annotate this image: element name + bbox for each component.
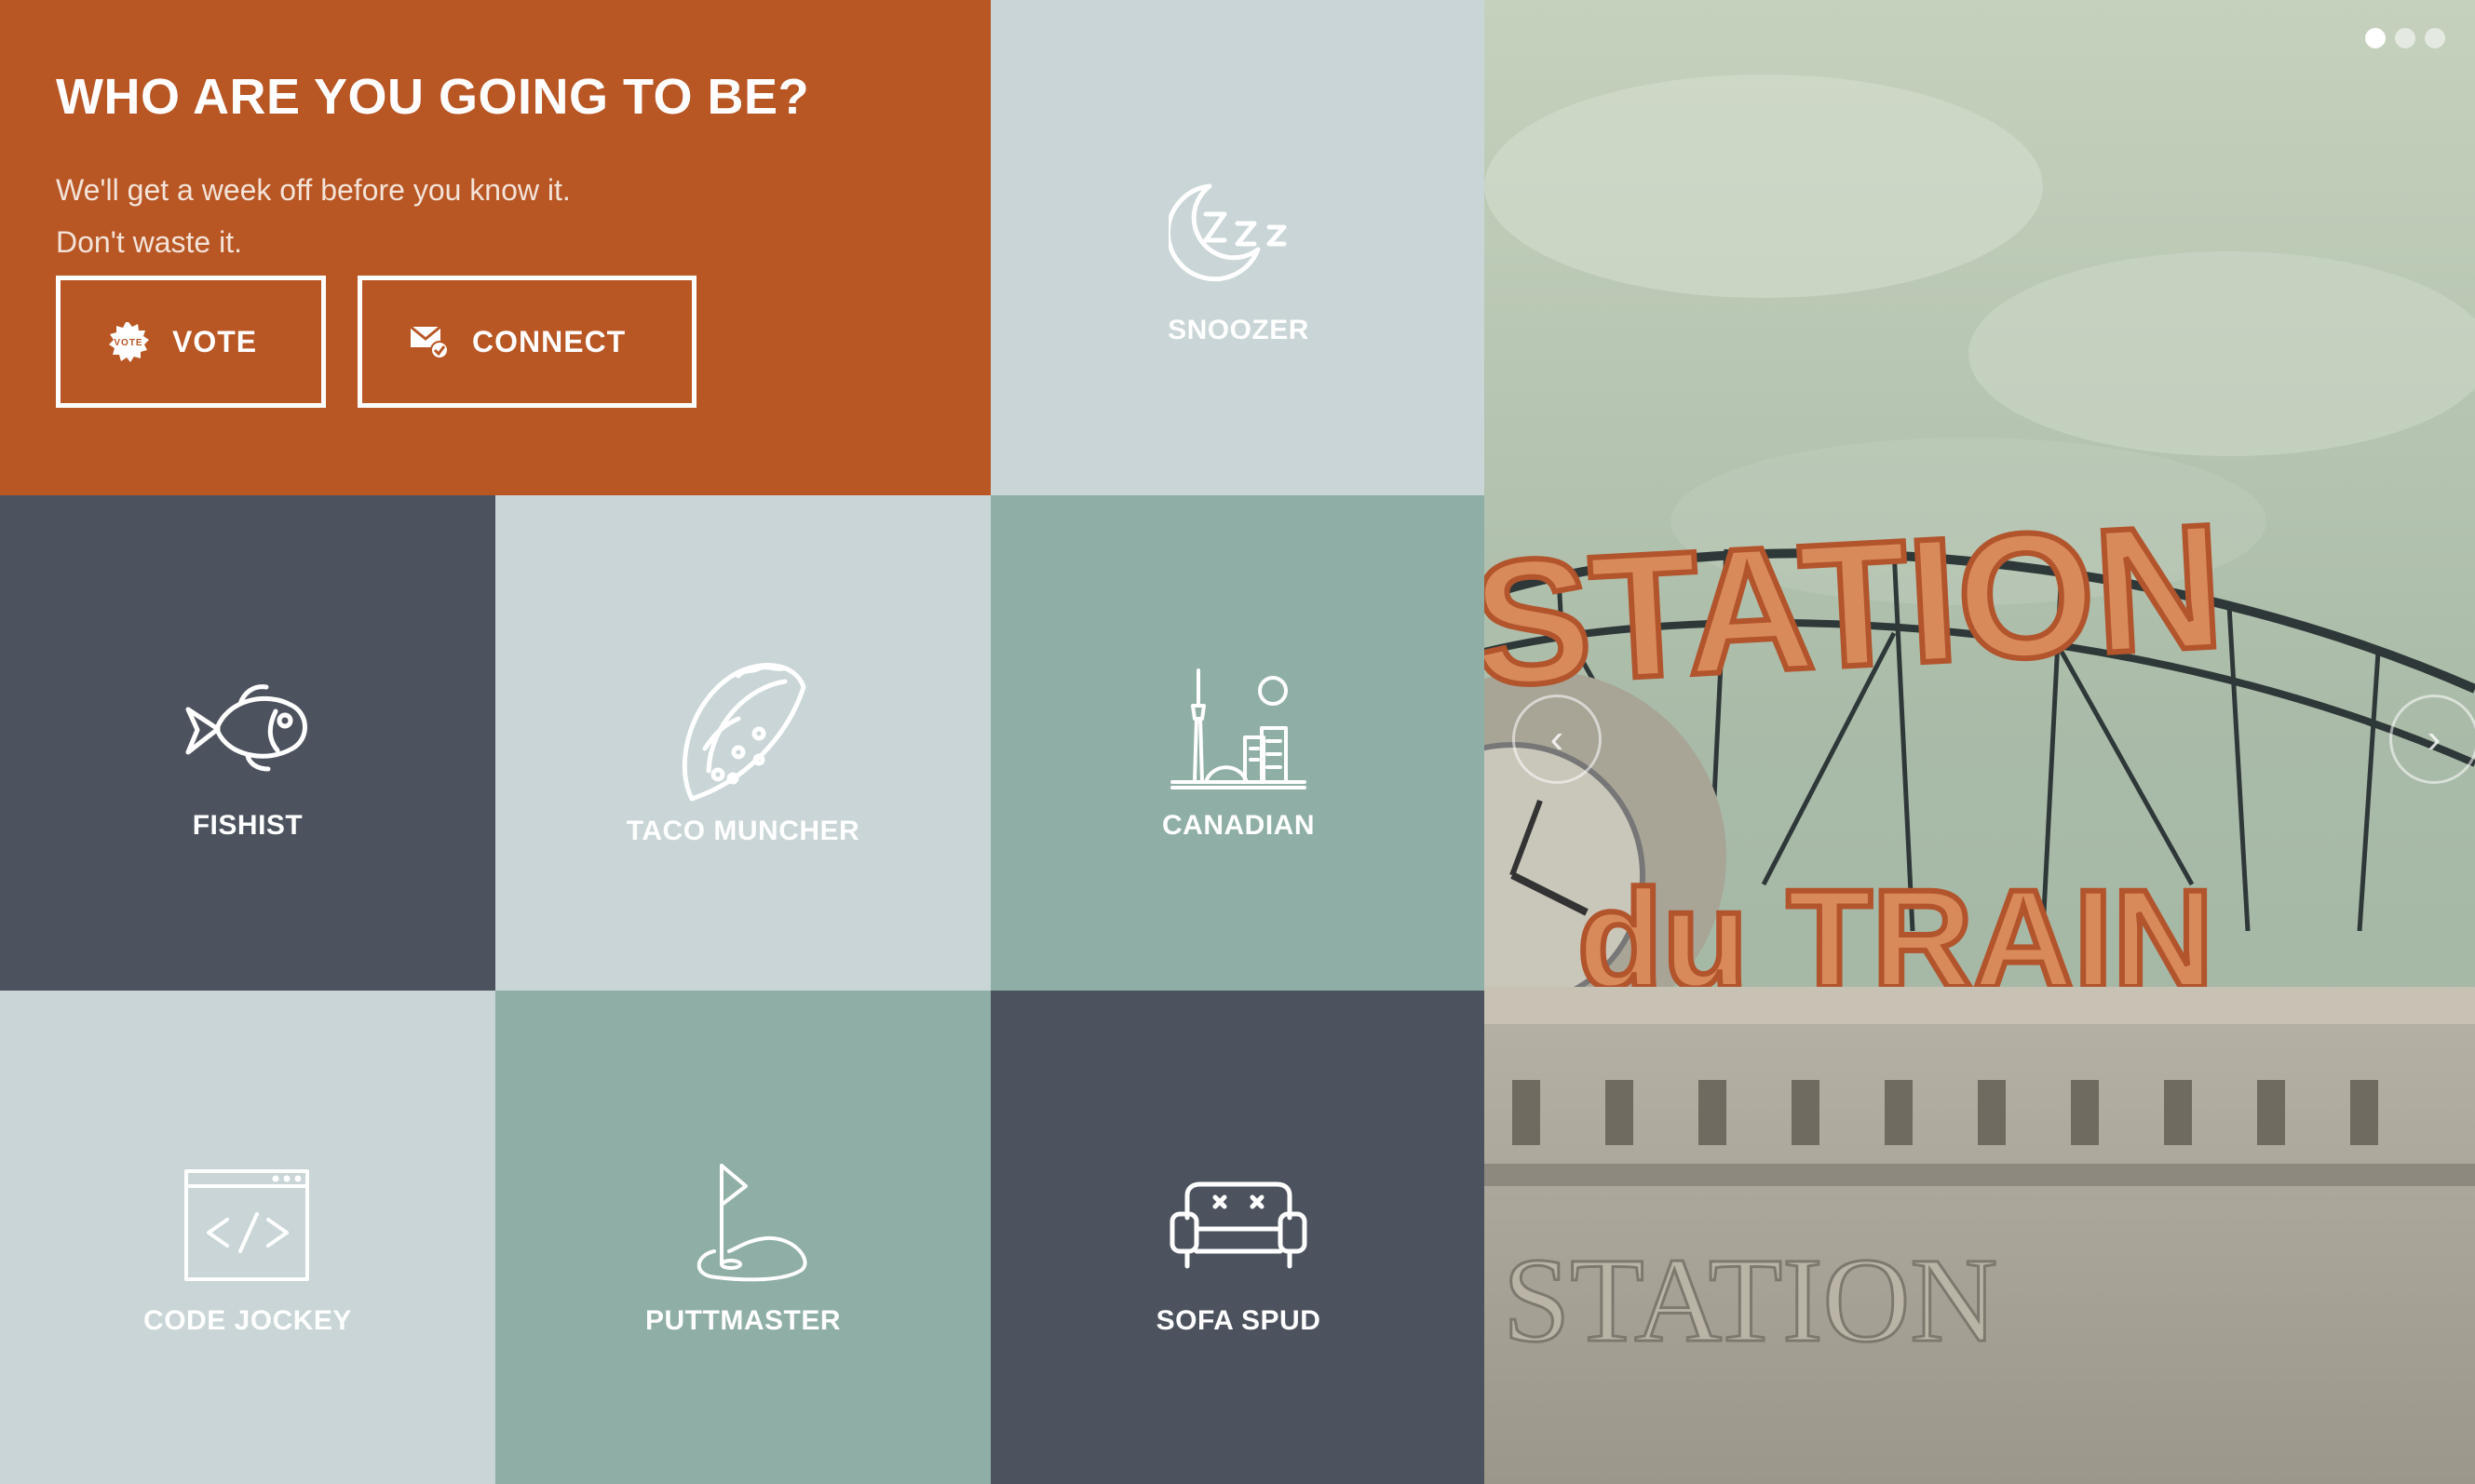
tile-snoozer[interactable]: SNOOZER xyxy=(991,0,1486,495)
hero-subtitle-line2: Don't waste it. xyxy=(56,225,242,259)
hero-title: WHO ARE YOU GOING TO BE? xyxy=(56,69,810,125)
vote-button[interactable]: VOTE VOTE xyxy=(56,276,326,408)
carousel-dot-1[interactable] xyxy=(2365,28,2386,48)
tile-canadian[interactable]: CANADIAN xyxy=(991,495,1486,991)
mail-check-icon xyxy=(409,323,450,360)
tile-taco-muncher[interactable]: TACO MUNCHER xyxy=(495,495,991,991)
golf-flag-icon xyxy=(495,1162,991,1283)
station-sign-photo: STATION du TRAIN STATION xyxy=(1484,0,2475,1484)
sofa-icon xyxy=(991,1180,1486,1274)
carousel-dot-3[interactable] xyxy=(2425,28,2445,48)
moon-zzz-icon xyxy=(991,182,1486,285)
tile-puttmaster-label: PUTTMASTER xyxy=(645,1305,841,1336)
tile-fishist-label: FISHIST xyxy=(192,810,304,841)
fish-icon xyxy=(0,678,495,780)
connect-button-label: CONNECT xyxy=(472,324,627,358)
tile-sofa-spud-label: SOFA SPUD xyxy=(1156,1305,1321,1336)
page: WHO ARE YOU GOING TO BE? We'll get a wee… xyxy=(0,0,2475,1484)
svg-text:VOTE: VOTE xyxy=(114,338,142,348)
hero-subtitle-line1: We'll get a week off before you know it. xyxy=(56,173,571,207)
tile-fishist[interactable]: FISHIST xyxy=(0,495,495,991)
carousel-photo: STATION du TRAIN STATION ‹ › xyxy=(1484,0,2475,1484)
carousel-next-button[interactable]: › xyxy=(2389,695,2475,784)
hero-panel: WHO ARE YOU GOING TO BE? We'll get a wee… xyxy=(0,0,991,495)
svg-text:STATION: STATION xyxy=(1503,1234,1997,1368)
taco-icon xyxy=(495,659,991,808)
tile-puttmaster[interactable]: PUTTMASTER xyxy=(495,991,991,1484)
carousel-dot-2[interactable] xyxy=(2395,28,2415,48)
tile-canadian-label: CANADIAN xyxy=(1162,810,1315,841)
city-skyline-icon xyxy=(991,668,1486,789)
connect-button[interactable]: CONNECT xyxy=(358,276,697,408)
svg-text:STATION: STATION xyxy=(1484,487,2227,723)
tile-snoozer-label: SNOOZER xyxy=(1168,315,1309,345)
hero-subtitle: We'll get a week off before you know it.… xyxy=(56,164,991,268)
vote-button-label: VOTE xyxy=(172,324,258,358)
tile-code-jockey[interactable]: CODE JOCKEY xyxy=(0,991,495,1484)
carousel-dots xyxy=(2365,28,2445,48)
vote-badge-icon: VOTE xyxy=(107,320,150,363)
carousel-prev-button[interactable]: ‹ xyxy=(1512,695,1602,784)
tile-sofa-spud[interactable]: SOFA SPUD xyxy=(991,991,1486,1484)
chevron-left-icon: ‹ xyxy=(1549,716,1564,762)
code-window-icon xyxy=(0,1167,495,1283)
tile-code-jockey-label: CODE JOCKEY xyxy=(143,1305,352,1336)
chevron-right-icon: › xyxy=(2427,716,2441,762)
tile-taco-muncher-label: TACO MUNCHER xyxy=(626,816,860,846)
